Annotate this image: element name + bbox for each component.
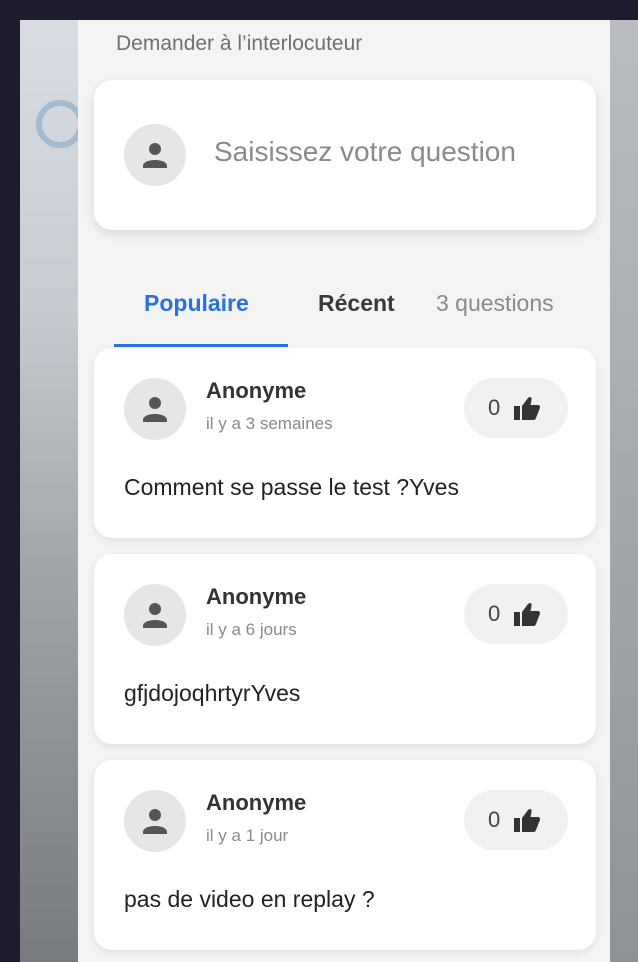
avatar xyxy=(124,584,186,646)
background-logo xyxy=(36,100,84,148)
ask-label: Demander à l’interlocuteur xyxy=(116,32,363,55)
background-right xyxy=(610,20,638,962)
like-button[interactable]: 0 xyxy=(464,378,568,438)
question-time: il y a 3 semaines xyxy=(206,414,333,433)
like-button[interactable]: 0 xyxy=(464,584,568,644)
avatar xyxy=(124,124,186,186)
person-icon xyxy=(143,397,167,422)
question-time: il y a 6 jours xyxy=(206,620,297,639)
person-icon xyxy=(143,603,167,628)
like-count: 0 xyxy=(488,601,501,626)
questions-panel: Demander à l’interlocuteur Populaire Réc… xyxy=(78,20,610,962)
tab-recent[interactable]: Récent xyxy=(318,290,395,317)
tab-bar: Populaire Récent 3 questions xyxy=(78,278,610,348)
question-input[interactable] xyxy=(214,130,574,174)
question-author: Anonyme xyxy=(206,378,307,403)
tab-popular[interactable]: Populaire xyxy=(144,290,249,317)
person-icon xyxy=(143,143,167,168)
question-text: pas de video en replay ? xyxy=(124,886,375,912)
avatar xyxy=(124,378,186,440)
ask-question-card[interactable] xyxy=(94,80,596,230)
question-text: gfjdojoqhrtyrYves xyxy=(124,680,301,706)
person-icon xyxy=(143,809,167,834)
question-author: Anonyme xyxy=(206,584,307,609)
screen-frame: Demander à l’interlocuteur Populaire Réc… xyxy=(20,20,638,962)
background-left xyxy=(20,20,78,962)
like-count: 0 xyxy=(488,395,501,420)
question-text: Comment se passe le test ?Yves xyxy=(124,474,459,500)
thumbs-up-icon xyxy=(514,808,540,832)
like-count: 0 xyxy=(488,807,501,832)
avatar xyxy=(124,790,186,852)
question-card: Anonyme il y a 1 jour 0 pas de video en … xyxy=(94,760,596,950)
question-time: il y a 1 jour xyxy=(206,826,289,845)
question-author: Anonyme xyxy=(206,790,307,815)
question-count: 3 questions xyxy=(436,290,554,316)
thumbs-up-icon xyxy=(514,602,540,626)
question-card: Anonyme il y a 3 semaines 0 Comment se p… xyxy=(94,348,596,538)
thumbs-up-icon xyxy=(514,396,540,420)
active-tab-indicator xyxy=(114,344,288,347)
like-button[interactable]: 0 xyxy=(464,790,568,850)
question-card: Anonyme il y a 6 jours 0 gfjdojoqhrtyrYv… xyxy=(94,554,596,744)
